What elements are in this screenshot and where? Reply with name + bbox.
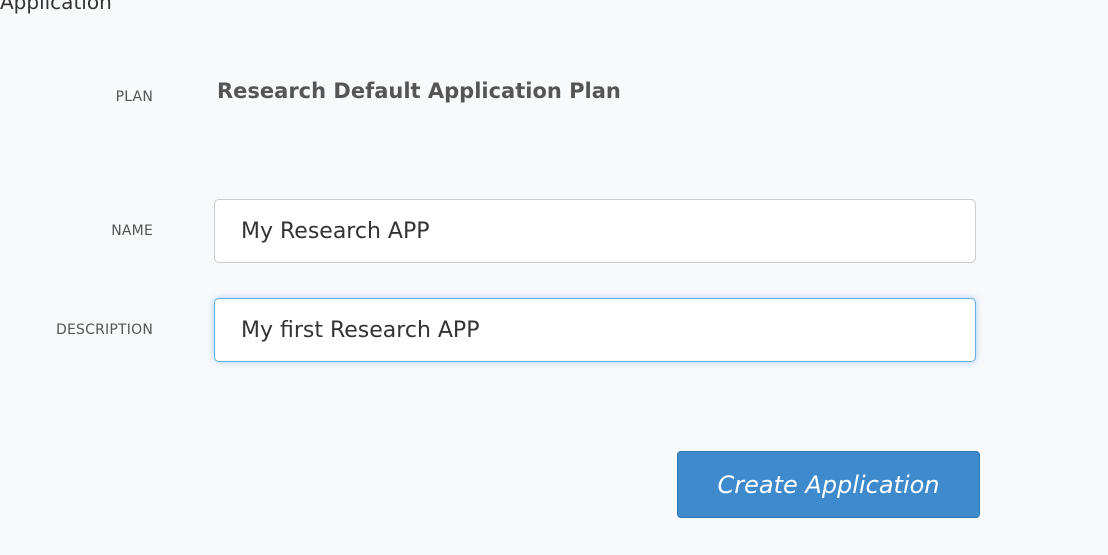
name-label: NAME <box>111 223 153 239</box>
clipped-section-title: Application <box>0 0 112 14</box>
name-input[interactable] <box>214 199 976 263</box>
create-application-button[interactable]: Create Application <box>677 451 980 518</box>
plan-label: PLAN <box>115 89 153 105</box>
plan-value: Research Default Application Plan <box>217 79 621 103</box>
description-label: DESCRIPTION <box>56 322 153 338</box>
description-input[interactable] <box>214 298 976 362</box>
